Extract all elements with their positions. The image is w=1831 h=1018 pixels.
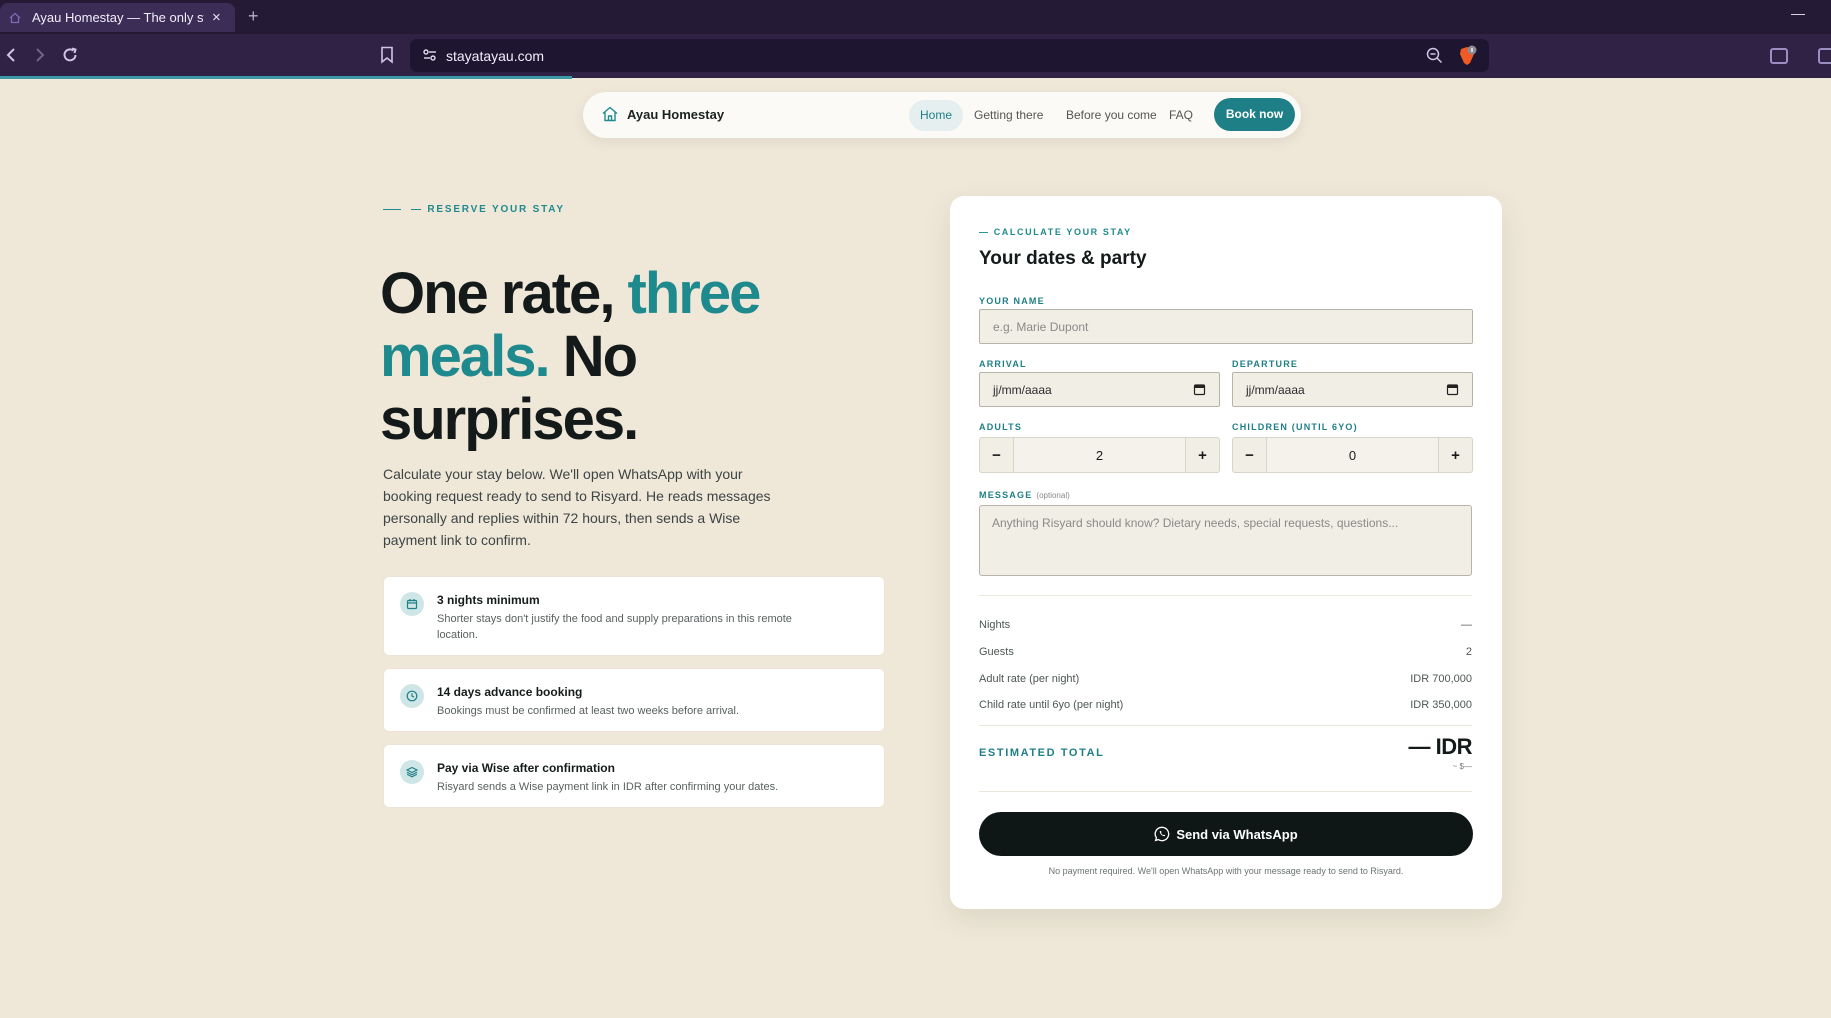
browser-tab-bar: Ayau Homestay — The only stay × + — [0, 0, 1831, 34]
whatsapp-icon [1154, 826, 1170, 842]
home-favicon-icon [8, 11, 22, 25]
nav-link-getting-there[interactable]: Getting there [963, 100, 1054, 131]
zoom-out-icon[interactable] [1426, 47, 1443, 64]
nav-link-before-you-come[interactable]: Before you come [1055, 100, 1168, 131]
summary-label: Nights [979, 619, 1011, 631]
page-load-progress [0, 76, 572, 79]
rule-description: Shorter stays don't justify the food and… [437, 613, 792, 641]
reload-icon[interactable] [59, 44, 81, 66]
summary-row-child-rate: Child rate until 6yo (per night) IDR 350… [979, 699, 1472, 711]
estimated-total-value: — IDR [1408, 734, 1473, 759]
payment-note: No payment required. We'll open WhatsApp… [1048, 866, 1404, 876]
browser-tab[interactable]: Ayau Homestay — The only stay × [0, 3, 235, 32]
children-increment-button[interactable]: + [1439, 438, 1472, 472]
nav-link-home[interactable]: Home [909, 100, 964, 131]
departure-date-value: jj/mm/aaaa [1246, 382, 1305, 397]
forward-icon[interactable] [29, 44, 51, 66]
reserve-eyebrow: — RESERVE YOUR STAY [383, 204, 565, 215]
back-icon[interactable] [0, 44, 22, 66]
summary-value: IDR 350,000 [1410, 699, 1472, 711]
adults-increment-button[interactable]: + [1186, 438, 1219, 472]
name-input[interactable] [979, 309, 1473, 344]
summary-row-adult-rate: Adult rate (per night) IDR 700,000 [979, 673, 1472, 685]
eyebrow-line [383, 208, 401, 211]
summary-row-guests: Guests 2 [979, 646, 1472, 658]
departure-date-input[interactable]: jj/mm/aaaa [1232, 372, 1473, 407]
bookmark-icon[interactable] [380, 46, 394, 64]
card-title: Your dates & party [979, 248, 1147, 269]
arrival-label: ARRIVAL [979, 359, 1027, 369]
summary-value: IDR 700,000 [1410, 673, 1472, 685]
brand-link[interactable]: Ayau Homestay [601, 105, 724, 123]
booking-calculator-card: — CALCULATE YOUR STAY Your dates & party… [950, 196, 1502, 909]
brand-name: Ayau Homestay [627, 106, 725, 122]
summary-label: Guests [979, 646, 1014, 658]
adults-value[interactable]: 2 [1013, 438, 1186, 472]
panel-icon[interactable] [1818, 48, 1831, 64]
message-label: MESSAGE (optional) [979, 490, 1070, 500]
calculate-eyebrow: — CALCULATE YOUR STAY [979, 227, 1132, 237]
home-logo-icon [601, 105, 619, 123]
arrival-date-input[interactable]: jj/mm/aaaa [979, 372, 1220, 407]
hero-description: Calculate your stay below. We'll open Wh… [383, 466, 771, 548]
brave-shield-icon[interactable] [1457, 45, 1477, 67]
reserve-eyebrow-text: — RESERVE YOUR STAY [411, 204, 565, 215]
rule-card-minimum-nights: 3 nights minimum Shorter stays don't jus… [383, 576, 885, 656]
summary-label: Adult rate (per night) [979, 673, 1080, 685]
message-optional-hint: (optional) [1036, 491, 1070, 500]
send-whatsapp-label: Send via WhatsApp [1176, 826, 1298, 842]
hero-title-part1: One rate, [380, 261, 628, 326]
summary-divider [979, 595, 1472, 596]
message-label-text: MESSAGE [979, 490, 1033, 500]
children-label: CHILDREN (UNTIL 6YO) [1232, 422, 1358, 432]
url-text: stayatayau.com [446, 47, 545, 64]
summary-value: — [1461, 619, 1472, 631]
departure-label: DEPARTURE [1232, 359, 1299, 369]
rule-card-payment: Pay via Wise after confirmation Risyard … [383, 744, 885, 808]
calendar-picker-icon[interactable] [1446, 383, 1459, 396]
minimize-window-button[interactable]: — [1791, 5, 1805, 21]
tab-close-icon[interactable]: × [212, 10, 221, 25]
name-label: YOUR NAME [979, 296, 1045, 306]
children-value[interactable]: 0 [1266, 438, 1439, 472]
rule-title: 14 days advance booking [437, 685, 583, 699]
hero-heading: One rate, three meals. No surprises. [380, 262, 800, 451]
adults-stepper: − 2 + [979, 437, 1220, 473]
summary-row-nights: Nights — [979, 619, 1472, 631]
sidebar-toggle-icon[interactable] [1770, 48, 1788, 64]
browser-toolbar: stayatayau.com [0, 34, 1831, 78]
estimated-total-usd: ~ $— [1452, 762, 1472, 771]
summary-label: Child rate until 6yo (per night) [979, 699, 1124, 711]
total-divider [979, 725, 1472, 726]
rule-description: Bookings must be confirmed at least two … [437, 705, 740, 717]
tab-title: Ayau Homestay — The only stay [32, 10, 204, 25]
button-divider [979, 791, 1472, 792]
rule-title: 3 nights minimum [437, 593, 540, 607]
arrival-date-value: jj/mm/aaaa [993, 382, 1052, 397]
rule-title: Pay via Wise after confirmation [437, 761, 615, 775]
layers-icon [400, 760, 424, 784]
calendar-picker-icon[interactable] [1193, 383, 1206, 396]
adults-decrement-button[interactable]: − [980, 438, 1013, 472]
calendar-icon [400, 592, 424, 616]
summary-value: 2 [1465, 646, 1472, 658]
book-now-button[interactable]: Book now [1214, 98, 1295, 131]
estimated-total-label: ESTIMATED TOTAL [979, 747, 1105, 759]
address-bar[interactable]: stayatayau.com [410, 39, 1489, 72]
children-decrement-button[interactable]: − [1233, 438, 1266, 472]
adults-label: ADULTS [979, 422, 1023, 432]
clock-icon [400, 684, 424, 708]
message-textarea[interactable]: Anything Risyard should know? Dietary ne… [979, 505, 1472, 576]
rule-card-advance-booking: 14 days advance booking Bookings must be… [383, 668, 885, 732]
nav-link-faq[interactable]: FAQ [1163, 100, 1199, 131]
children-stepper: − 0 + [1232, 437, 1473, 473]
rule-description: Risyard sends a Wise payment link in IDR… [437, 781, 779, 793]
new-tab-button[interactable]: + [248, 6, 259, 27]
send-whatsapp-button[interactable]: Send via WhatsApp [979, 812, 1473, 856]
site-settings-icon[interactable] [422, 47, 438, 63]
site-navigation: Ayau Homestay Home Getting there Before … [583, 92, 1301, 138]
